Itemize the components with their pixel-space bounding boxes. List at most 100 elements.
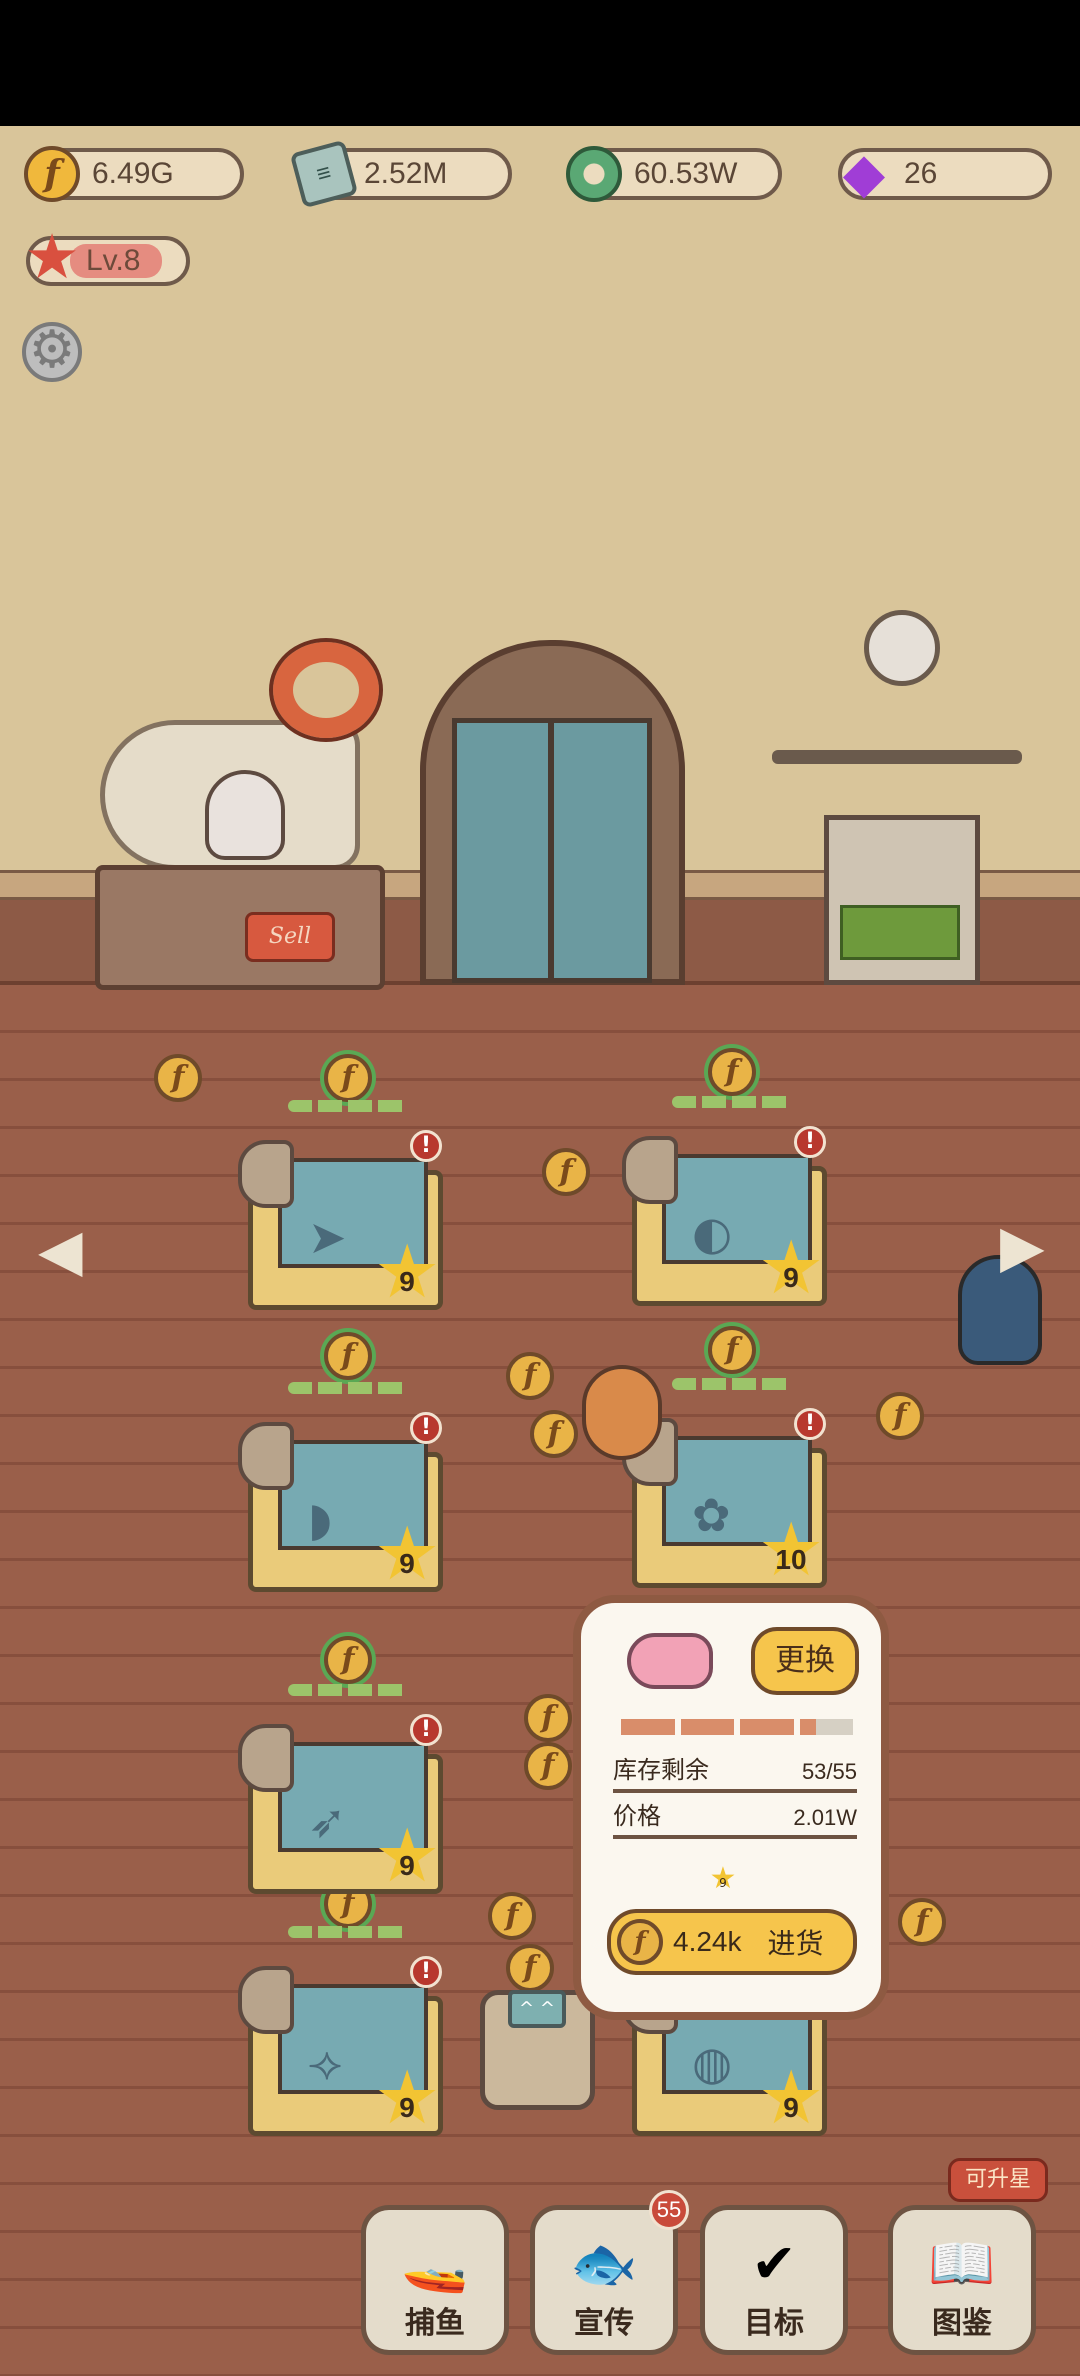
- tank-coin[interactable]: f: [708, 1326, 756, 1374]
- tank-coin[interactable]: f: [324, 1054, 372, 1102]
- floor-coin[interactable]: f: [524, 1694, 572, 1742]
- floor-coin[interactable]: f: [524, 1742, 572, 1790]
- small-fish-icon: ⟢: [308, 2036, 343, 2090]
- restock-button[interactable]: f 4.24k 进货: [607, 1909, 857, 1975]
- feeder-cannon: [238, 1724, 294, 1792]
- promotion-count-badge: 55: [649, 2190, 689, 2230]
- fish-tank[interactable]: ! ◗ ★ 9: [238, 1382, 448, 1597]
- floor-coin[interactable]: f: [154, 1054, 202, 1102]
- sunfish-icon: ◗: [308, 1492, 333, 1546]
- swap-fish-button[interactable]: 更换: [751, 1627, 859, 1695]
- restock-cost: 4.24k: [673, 1926, 742, 1957]
- stock-segment: [799, 1719, 853, 1735]
- right-arrow-icon[interactable]: ▶: [1000, 1214, 1045, 1278]
- player-level[interactable]: ★ Lv.8: [24, 226, 190, 290]
- feeder-cannon: [238, 1140, 294, 1208]
- fish-tank[interactable]: ! ➶ ★ 9: [238, 1684, 448, 1899]
- swordfish-icon: ➶: [308, 1794, 347, 1848]
- fish-tank[interactable]: ! ➤ ★ 9: [238, 1100, 448, 1315]
- floor-coin[interactable]: f: [898, 1898, 946, 1946]
- fish-tank[interactable]: ! ◐ ★ 9: [622, 1096, 832, 1306]
- promotion-button[interactable]: 🐟 宣传 55: [530, 2190, 689, 2355]
- tank-coin[interactable]: f: [324, 1332, 372, 1380]
- alert-icon[interactable]: !: [410, 1130, 442, 1162]
- star-icon: ★: [24, 223, 80, 292]
- floor-coin[interactable]: f: [876, 1392, 924, 1440]
- door-split: [548, 718, 554, 983]
- tank-detail-popup: 更换 库存剩余 53/55 价格 2.01W ★ 9 f 4.24k 进货: [573, 1595, 889, 2020]
- floor-coin[interactable]: f: [506, 1352, 554, 1400]
- wall-shelf: [772, 750, 1022, 764]
- gold-coin-icon: f: [617, 1919, 663, 1965]
- goals-button[interactable]: ✔ 目标: [700, 2205, 848, 2355]
- price-value: 2.01W: [793, 1805, 857, 1830]
- star-level-badge: ★ 9: [374, 1229, 441, 1315]
- star-level-badge: ★ 9: [374, 1511, 441, 1597]
- lifebuoy-decor: [269, 638, 383, 742]
- gold-value: 6.49G: [92, 157, 174, 190]
- settings-gear-icon[interactable]: ⚙: [22, 322, 82, 382]
- star-level-badge: ★ 9: [374, 2055, 441, 2141]
- pufferfish-icon: ◍: [692, 2036, 733, 2090]
- tank-coin[interactable]: f: [324, 1636, 372, 1684]
- status-bar: [0, 0, 1080, 126]
- stock-progress-bar: [621, 1719, 853, 1735]
- ring-value: 60.53W: [634, 157, 738, 190]
- rack-goods: [840, 905, 960, 960]
- left-arrow-icon[interactable]: ◀: [38, 1218, 83, 1282]
- turtle-icon: ✿: [692, 1488, 731, 1542]
- floor-coin[interactable]: f: [530, 1410, 578, 1458]
- fish-tank[interactable]: ! ⟢ ★ 9: [238, 1926, 448, 2141]
- alert-icon[interactable]: !: [410, 1412, 442, 1444]
- gold-coin-icon: f: [24, 146, 80, 202]
- gem-resource[interactable]: ◆ 26: [838, 145, 1052, 203]
- stock-segment: [740, 1719, 794, 1735]
- star-level-badge: ★ 9: [758, 2055, 825, 2141]
- stock-segment: [680, 1719, 734, 1735]
- star-level-badge: ★ 9: [374, 1813, 441, 1899]
- shopkeeper[interactable]: [205, 770, 285, 860]
- upgrade-available-tag: 可升星: [948, 2158, 1048, 2202]
- cash-value: 2.52M: [364, 157, 448, 190]
- tank-progress: [672, 1378, 792, 1390]
- floor-coin[interactable]: f: [506, 1944, 554, 1992]
- alert-icon[interactable]: !: [794, 1408, 826, 1440]
- fishing-button[interactable]: 🚤 捕鱼: [361, 2205, 509, 2355]
- stock-label: 库存剩余: [613, 1756, 709, 1784]
- feeder-cannon: [238, 1422, 294, 1490]
- flatfish-icon: ◐: [692, 1206, 733, 1260]
- submarine-icon: 🚤: [401, 2232, 469, 2295]
- pink-fish-icon: [627, 1633, 713, 1689]
- star-level-icon: ★ 9: [709, 1861, 737, 1896]
- star-level-badge: ★ 10: [758, 1507, 825, 1593]
- stock-segment: [621, 1719, 675, 1735]
- restock-label: 进货: [767, 1927, 824, 1960]
- sell-sign: Sell: [245, 912, 335, 962]
- price-label: 价格: [613, 1802, 661, 1830]
- customer-girl[interactable]: [582, 1365, 662, 1460]
- floor-coin[interactable]: f: [488, 1892, 536, 1940]
- alert-icon[interactable]: !: [410, 1714, 442, 1746]
- floor-coin[interactable]: f: [542, 1148, 590, 1196]
- alert-icon[interactable]: !: [410, 1956, 442, 1988]
- collection-label: 图鉴: [932, 2306, 992, 2341]
- gem-value: 26: [904, 157, 938, 190]
- cash-resource[interactable]: ≡ 2.52M: [289, 139, 512, 209]
- sell-counter[interactable]: [95, 865, 385, 990]
- tank-coin[interactable]: f: [708, 1048, 756, 1096]
- promotion-label: 宣传: [574, 2306, 634, 2341]
- shop-floor: [0, 985, 1080, 2376]
- goals-label: 目标: [744, 2306, 804, 2341]
- tank-progress: [288, 1100, 408, 1112]
- gold-resource[interactable]: f 6.49G: [24, 146, 244, 202]
- shark-icon: ➤: [308, 1210, 347, 1264]
- ring-resource[interactable]: o 60.53W: [566, 146, 782, 202]
- alert-icon[interactable]: !: [794, 1126, 826, 1158]
- stock-row: 库存剩余 53/55: [613, 1756, 857, 1793]
- collection-button[interactable]: 📖 图鉴: [888, 2205, 1036, 2355]
- fishing-label: 捕鱼: [405, 2306, 465, 2341]
- tank-progress: [288, 1382, 408, 1394]
- robot-face: ^ ^: [508, 1990, 566, 2028]
- tank-progress: [288, 1926, 408, 1938]
- flyer-icon: 🐟: [570, 2232, 638, 2295]
